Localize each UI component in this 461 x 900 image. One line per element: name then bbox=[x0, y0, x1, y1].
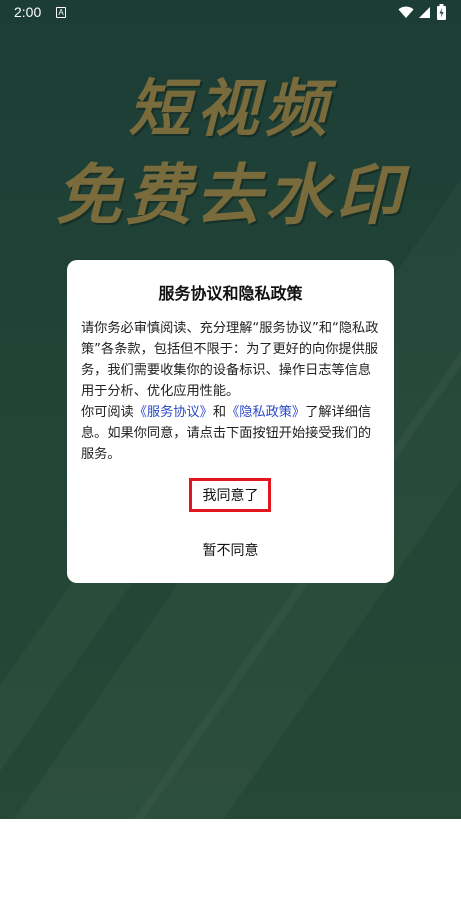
dialog-paragraph-2: 你可阅读《服务协议》和《隐私政策》了解详细信息。如果你同意，请点击下面按钮开始接… bbox=[81, 402, 381, 465]
signal-icon bbox=[419, 7, 430, 18]
battery-icon bbox=[437, 4, 446, 20]
dialog-paragraph-1: 请你务必审慎阅读、充分理解“服务协议”和“隐私政策”各条款，包括但不限于：为了更… bbox=[81, 321, 379, 399]
dialog-title: 服务协议和隐私政策 bbox=[158, 284, 303, 303]
status-bar: 2:00 A bbox=[0, 0, 461, 26]
privacy-dialog: 服务协议和隐私政策 请你务必审慎阅读、充分理解“服务协议”和“隐私政策”各条款，… bbox=[67, 260, 394, 583]
agree-button[interactable]: 我同意了 bbox=[67, 485, 394, 505]
paragraph-2-prefix: 你可阅读 bbox=[81, 405, 134, 420]
notification-a-icon: A bbox=[56, 7, 66, 18]
paragraph-2-and: 和 bbox=[212, 405, 227, 420]
dialog-body: 请你务必审慎阅读、充分理解“服务协议”和“隐私政策”各条款，包括但不限于：为了更… bbox=[81, 318, 381, 465]
banner-title-line2: 免费去水印 bbox=[55, 156, 406, 234]
status-time: 2:00 bbox=[14, 4, 42, 20]
service-agreement-link[interactable]: 《服务协议》 bbox=[134, 405, 213, 420]
banner-title-line1: 短视频 bbox=[128, 72, 333, 145]
privacy-policy-link[interactable]: 《隐私政策》 bbox=[226, 405, 305, 420]
disagree-button[interactable]: 暂不同意 bbox=[67, 540, 394, 560]
wifi-icon bbox=[398, 6, 414, 18]
